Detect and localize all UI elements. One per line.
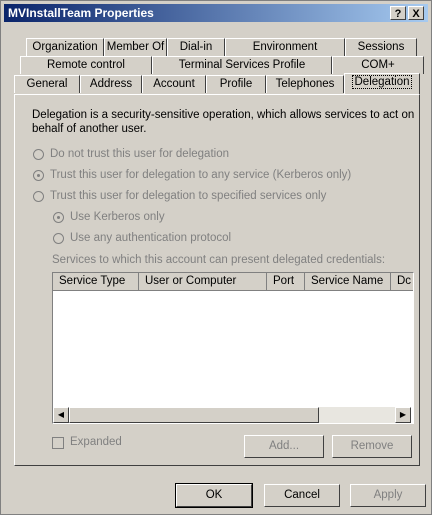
scroll-left-icon[interactable]: ◀ [53, 407, 69, 423]
option-any-protocol-label: Use any authentication protocol [70, 232, 232, 244]
option-any-service-label: Trust this user for delegation to any se… [50, 169, 352, 181]
add-button[interactable]: Add... [244, 435, 324, 458]
radio-no-delegation[interactable] [33, 149, 44, 160]
tab-delegation-label: Delegation [351, 75, 413, 89]
close-button[interactable]: X [408, 6, 424, 20]
option-specified-services-label: Trust this user for delegation to specif… [50, 190, 327, 202]
radio-any-protocol[interactable] [53, 233, 64, 244]
title-bar: MVInstallTeam Properties ? X [4, 4, 428, 22]
tab-dial-in[interactable]: Dial-in [167, 38, 225, 56]
delegation-description: Delegation is a security-sensitive opera… [32, 109, 415, 135]
expanded-checkbox[interactable] [52, 437, 64, 449]
window-title: MVInstallTeam Properties [8, 6, 154, 20]
ok-button[interactable]: OK [175, 483, 253, 508]
help-button[interactable]: ? [390, 6, 406, 20]
radio-any-service[interactable] [33, 170, 44, 181]
tab-member-of[interactable]: Member Of [104, 38, 167, 56]
tab-telephones[interactable]: Telephones [266, 75, 344, 93]
column-domain[interactable]: Dc [391, 273, 413, 291]
remove-button[interactable]: Remove [332, 435, 412, 458]
horizontal-scrollbar[interactable]: ◀ ▶ [53, 407, 411, 423]
radio-kerberos-only[interactable] [53, 212, 64, 223]
column-service-type[interactable]: Service Type [53, 273, 139, 291]
tab-account[interactable]: Account [142, 75, 206, 93]
apply-button[interactable]: Apply [350, 484, 426, 507]
tab-general[interactable]: General [14, 75, 80, 93]
option-kerberos-only-label: Use Kerberos only [70, 211, 165, 223]
tab-address[interactable]: Address [80, 75, 142, 93]
services-list[interactable]: Service Type User or Computer Port Servi… [52, 272, 414, 424]
tab-organization[interactable]: Organization [26, 38, 104, 56]
column-user-or-computer[interactable]: User or Computer [139, 273, 267, 291]
scroll-right-icon[interactable]: ▶ [395, 407, 411, 423]
column-service-name[interactable]: Service Name [305, 273, 391, 291]
tab-delegation[interactable]: Delegation [344, 73, 420, 94]
tab-terminal-services-profile[interactable]: Terminal Services Profile [152, 56, 332, 74]
expanded-label: Expanded [70, 436, 122, 448]
radio-specified-services[interactable] [33, 191, 44, 202]
cancel-button[interactable]: Cancel [264, 484, 340, 507]
scroll-thumb[interactable] [69, 407, 319, 423]
tab-environment[interactable]: Environment [225, 38, 345, 56]
tab-profile[interactable]: Profile [206, 75, 266, 93]
option-no-delegation-label: Do not trust this user for delegation [50, 148, 229, 160]
services-label: Services to which this account can prese… [52, 254, 386, 266]
tab-com-plus[interactable]: COM+ [332, 56, 424, 74]
tab-sessions[interactable]: Sessions [345, 38, 417, 56]
tab-remote-control[interactable]: Remote control [20, 56, 152, 74]
column-port[interactable]: Port [267, 273, 305, 291]
